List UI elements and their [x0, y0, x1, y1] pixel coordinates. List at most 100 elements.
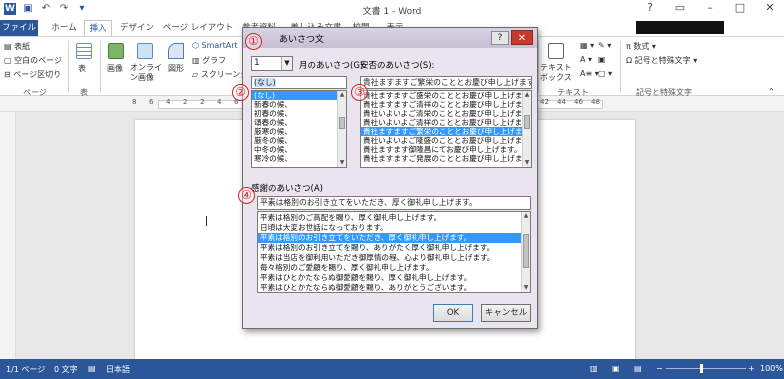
cancel-button[interactable]: キャンセル	[481, 304, 531, 322]
zoom-slider[interactable]	[666, 368, 746, 369]
list-item[interactable]: 寒冷の候、	[252, 154, 346, 163]
list-item[interactable]: 厳冬の候、	[252, 136, 346, 145]
vertical-ruler[interactable]	[0, 112, 16, 359]
list-item[interactable]: 日頃は大変お世話になっております。	[258, 223, 530, 233]
zoom-level[interactable]: 100%	[760, 364, 783, 373]
online-image-label[interactable]: オンライン画像	[130, 63, 162, 83]
scroll-thumb[interactable]	[523, 234, 529, 268]
signature-line-icon[interactable]: ✎ ▾	[598, 41, 611, 50]
quick-parts-icon[interactable]: ▦ ▾	[580, 41, 594, 50]
list-item[interactable]: 貴社いよいよご清栄のこととお慶び申し上げます。	[361, 109, 531, 118]
list-item[interactable]: 中冬の候、	[252, 145, 346, 154]
minimize-button[interactable]: –	[702, 1, 718, 14]
close-window-button[interactable]: ✕	[762, 1, 778, 14]
dialog-help-button[interactable]: ?	[491, 31, 509, 45]
collapse-ribbon-icon[interactable]: ⌃	[768, 87, 775, 96]
object-icon[interactable]: ▢ ▾	[598, 69, 612, 78]
dialog-title: あいさつ文	[279, 35, 325, 45]
scroll-up-icon[interactable]: ▲	[338, 91, 346, 99]
list-item[interactable]: 貴社ますますご発展のこととお慶び申し上げます。	[361, 154, 531, 163]
equation-button[interactable]: π 数式 ▾	[626, 41, 656, 52]
image-icon[interactable]	[108, 43, 124, 59]
safety-greeting-list[interactable]: 貴社ますますご盛栄のこととお慶び申し上げます。 貴社ますますご清祥のこととお慶び申…	[360, 90, 532, 168]
list-item[interactable]: 平素は格別のお引き立てを賜り、ありがたく厚く御礼申し上げます。	[258, 243, 530, 253]
thanks-list-scrollbar[interactable]: ▲ ▼	[521, 212, 530, 292]
ribbon-display-icon[interactable]: ▭	[672, 1, 688, 14]
dropcap-icon[interactable]: A≡ ▾	[580, 69, 599, 78]
cover-page-button[interactable]: ▤ 表紙	[4, 41, 30, 52]
list-item[interactable]: 貴社いよいよご清祥のこととお慶び申し上げます。	[361, 118, 531, 127]
symbol-button[interactable]: Ω 記号と特殊文字 ▾	[626, 55, 697, 66]
month-select[interactable]: 1 ▼	[251, 56, 293, 71]
textbox-icon[interactable]	[548, 43, 564, 59]
safety-greeting-input[interactable]: 貴社ますますご繁栄のこととお慶び申し上げます。	[360, 76, 532, 89]
ruler-number: 4	[217, 98, 222, 106]
list-item[interactable]: 平素はひとかたならぬ御愛顧を賜り、厚く御礼申し上げます。	[258, 273, 530, 283]
user-account[interactable]	[636, 21, 724, 34]
month-greeting-input[interactable]: (なし)	[251, 76, 347, 89]
ok-button[interactable]: OK	[433, 304, 473, 322]
tab-file[interactable]: ファイル	[0, 20, 38, 36]
proofing-icon[interactable]: ▤	[88, 364, 96, 373]
month-greeting-list[interactable]: (なし) 新春の候、 初春の候、 頌春の候、 厳寒の候、 厳冬の候、 中冬の候、 寒冷の候、 …	[251, 90, 347, 168]
list-item[interactable]: (なし)	[252, 91, 346, 100]
zoom-slider-thumb[interactable]	[700, 364, 703, 373]
zoom-in-icon[interactable]: +	[748, 364, 755, 373]
scroll-up-icon[interactable]: ▲	[523, 91, 531, 99]
date-time-icon[interactable]: ▣	[598, 55, 606, 64]
smartart-button[interactable]: ⬡ SmartArt	[192, 41, 238, 50]
blank-page-button[interactable]: ▢ 空白のページ	[4, 55, 62, 66]
scroll-down-icon[interactable]: ▼	[338, 159, 346, 167]
list-item[interactable]: 平素は格別のお引き立てをいただき、厚く御礼申し上げます。	[258, 233, 530, 243]
status-bar: 1/1 ページ 0 文字 ▤ 日本語 ▥ ▣ ▤ − + 100%	[0, 359, 784, 379]
list-item[interactable]: 初春の候、	[252, 109, 346, 118]
print-layout-icon[interactable]: ▣	[612, 364, 620, 373]
shapes-icon[interactable]	[168, 43, 184, 59]
list-item[interactable]: 平素はひとかたならぬ御愛顧を賜り、ありがとうございます。	[258, 283, 530, 292]
list-item[interactable]: 貴社ますますご盛栄のこととお慶び申し上げます。	[361, 91, 531, 100]
online-image-icon[interactable]	[137, 43, 153, 59]
wordart-icon[interactable]: A ▾	[580, 55, 592, 64]
list-item[interactable]: 貴社ますますご繁栄のこととお慶び申し上げます。	[361, 127, 531, 136]
tab-insert[interactable]: 挿入	[84, 20, 112, 36]
safety-list-scrollbar[interactable]: ▲ ▼	[522, 91, 531, 167]
word-count[interactable]: 0 文字	[54, 364, 78, 375]
list-item[interactable]: 貴社ますます御隆昌にてお慶び申し上げます。	[361, 145, 531, 154]
list-item[interactable]: 平素は格別のご高配を賜り、厚く御礼申し上げます。	[258, 213, 530, 223]
scroll-down-icon[interactable]: ▼	[523, 159, 531, 167]
thanks-greeting-list[interactable]: 平素は格別のご高配を賜り、厚く御礼申し上げます。 日頃は大変お世話になっております…	[257, 211, 531, 293]
dialog-close-button[interactable]: ✕	[511, 30, 533, 45]
month-list-scrollbar[interactable]: ▲ ▼	[337, 91, 346, 167]
chart-button[interactable]: ▥ グラフ	[192, 55, 226, 66]
list-item[interactable]: 厳寒の候、	[252, 127, 346, 136]
scroll-thumb[interactable]	[524, 115, 530, 129]
page-break-button[interactable]: ⊟ ページ区切り	[4, 69, 61, 80]
table-icon[interactable]	[76, 43, 92, 59]
maximize-button[interactable]: □	[732, 1, 748, 14]
web-layout-icon[interactable]: ▤	[634, 364, 642, 373]
list-item[interactable]: 毎々格別のご愛顧を賜り、厚く御礼申し上げます。	[258, 263, 530, 273]
list-item[interactable]: 新春の候、	[252, 100, 346, 109]
tab-design[interactable]: デザイン	[116, 20, 158, 36]
tab-home[interactable]: ホーム	[44, 20, 84, 36]
scroll-thumb[interactable]	[339, 117, 345, 129]
shapes-label[interactable]: 図形	[168, 63, 184, 74]
tab-page-layout[interactable]: ページ レイアウト	[162, 20, 234, 36]
list-item[interactable]: 貴社ますますご清祥のこととお慶び申し上げます。	[361, 100, 531, 109]
scroll-up-icon[interactable]: ▲	[522, 212, 530, 220]
page-count[interactable]: 1/1 ページ	[6, 364, 45, 375]
list-item[interactable]: 貴社いよいよご隆盛のこととお慶び申し上げます。	[361, 136, 531, 145]
dialog-title-bar[interactable]: あいさつ文 ? ✕	[243, 28, 537, 48]
list-item[interactable]: 頌春の候、	[252, 118, 346, 127]
help-icon[interactable]: ?	[642, 1, 658, 14]
language-status[interactable]: 日本語	[106, 364, 130, 375]
chevron-down-icon[interactable]: ▼	[281, 57, 292, 70]
textbox-label[interactable]: テキストボックス	[540, 63, 576, 83]
scroll-down-icon[interactable]: ▼	[522, 284, 530, 292]
zoom-out-icon[interactable]: −	[656, 364, 663, 373]
list-item[interactable]: 平素は当店を御利用いただき御厚情の程、心より御礼申し上げます。	[258, 253, 530, 263]
thanks-greeting-input[interactable]: 平素は格別のお引き立てをいただき、厚く御礼申し上げます。	[257, 196, 531, 210]
read-mode-icon[interactable]: ▥	[590, 364, 598, 373]
image-label[interactable]: 画像	[107, 63, 123, 74]
table-label[interactable]: 表	[78, 63, 86, 74]
